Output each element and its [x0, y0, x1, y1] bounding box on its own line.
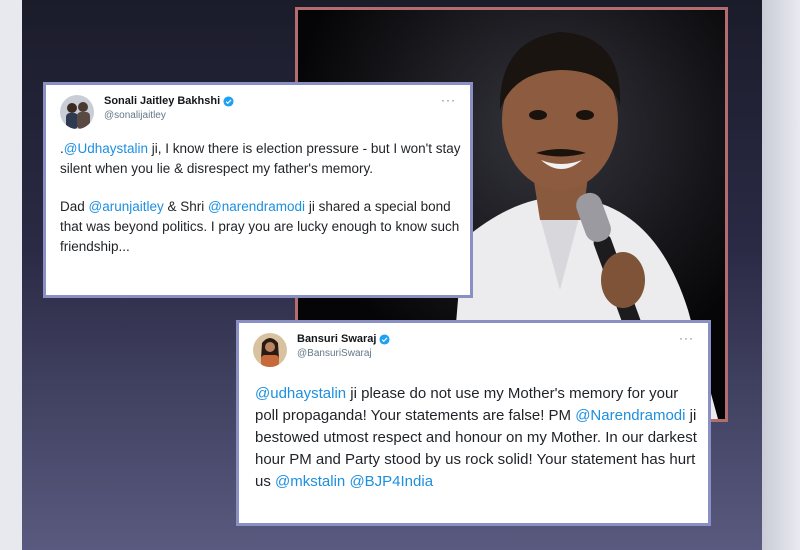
handle[interactable]: @sonalijaitley [104, 110, 234, 121]
more-options-icon[interactable]: ··· [441, 93, 456, 107]
mention-link[interactable]: @Udhaystalin [64, 141, 148, 156]
tweet-text: .@Udhaystalin ji, I know there is electi… [60, 139, 465, 257]
mention-link[interactable]: @narendramodi [208, 199, 305, 214]
display-name[interactable]: Bansuri Swaraj [297, 333, 391, 345]
handle[interactable]: @BansuriSwaraj [297, 348, 390, 359]
mention-link[interactable]: @mkstalin [275, 473, 345, 490]
display-name-text[interactable]: Bansuri Swaraj [297, 333, 376, 345]
tweet-header: Sonali Jaitley Bakhshi @sonalijaitley [60, 95, 234, 129]
left-margin [0, 0, 22, 550]
tweet-header: Bansuri Swaraj @BansuriSwaraj [253, 333, 391, 367]
tweet-text: @udhaystalin ji please do not use my Mot… [255, 383, 705, 493]
mention-link[interactable]: @arunjaitley [89, 199, 164, 214]
verified-badge-icon [223, 95, 234, 107]
avatar[interactable] [253, 333, 287, 367]
display-name-text[interactable]: Sonali Jaitley Bakhshi [104, 95, 220, 107]
tweet-paragraph-1: .@Udhaystalin ji, I know there is electi… [60, 141, 461, 176]
tweet-paragraph: @udhaystalin ji please do not use my Mot… [255, 385, 697, 490]
mention-link[interactable]: @udhaystalin [255, 385, 346, 402]
more-options-icon[interactable]: ··· [679, 331, 694, 345]
display-name[interactable]: Sonali Jaitley Bakhshi [104, 95, 234, 107]
verified-badge-icon [379, 333, 391, 345]
avatar[interactable] [60, 95, 94, 129]
mention-link[interactable]: @Narendramodi [575, 407, 685, 424]
right-margin [762, 0, 800, 550]
mention-link[interactable]: @BJP4India [349, 473, 433, 490]
tweet-bansuri[interactable]: Bansuri Swaraj @BansuriSwaraj ··· @udhay… [236, 320, 711, 526]
tweet-sonali[interactable]: Sonali Jaitley Bakhshi @sonalijaitley ··… [43, 82, 473, 298]
tweet-paragraph-2: Dad @arunjaitley & Shri @narendramodi ji… [60, 199, 460, 254]
